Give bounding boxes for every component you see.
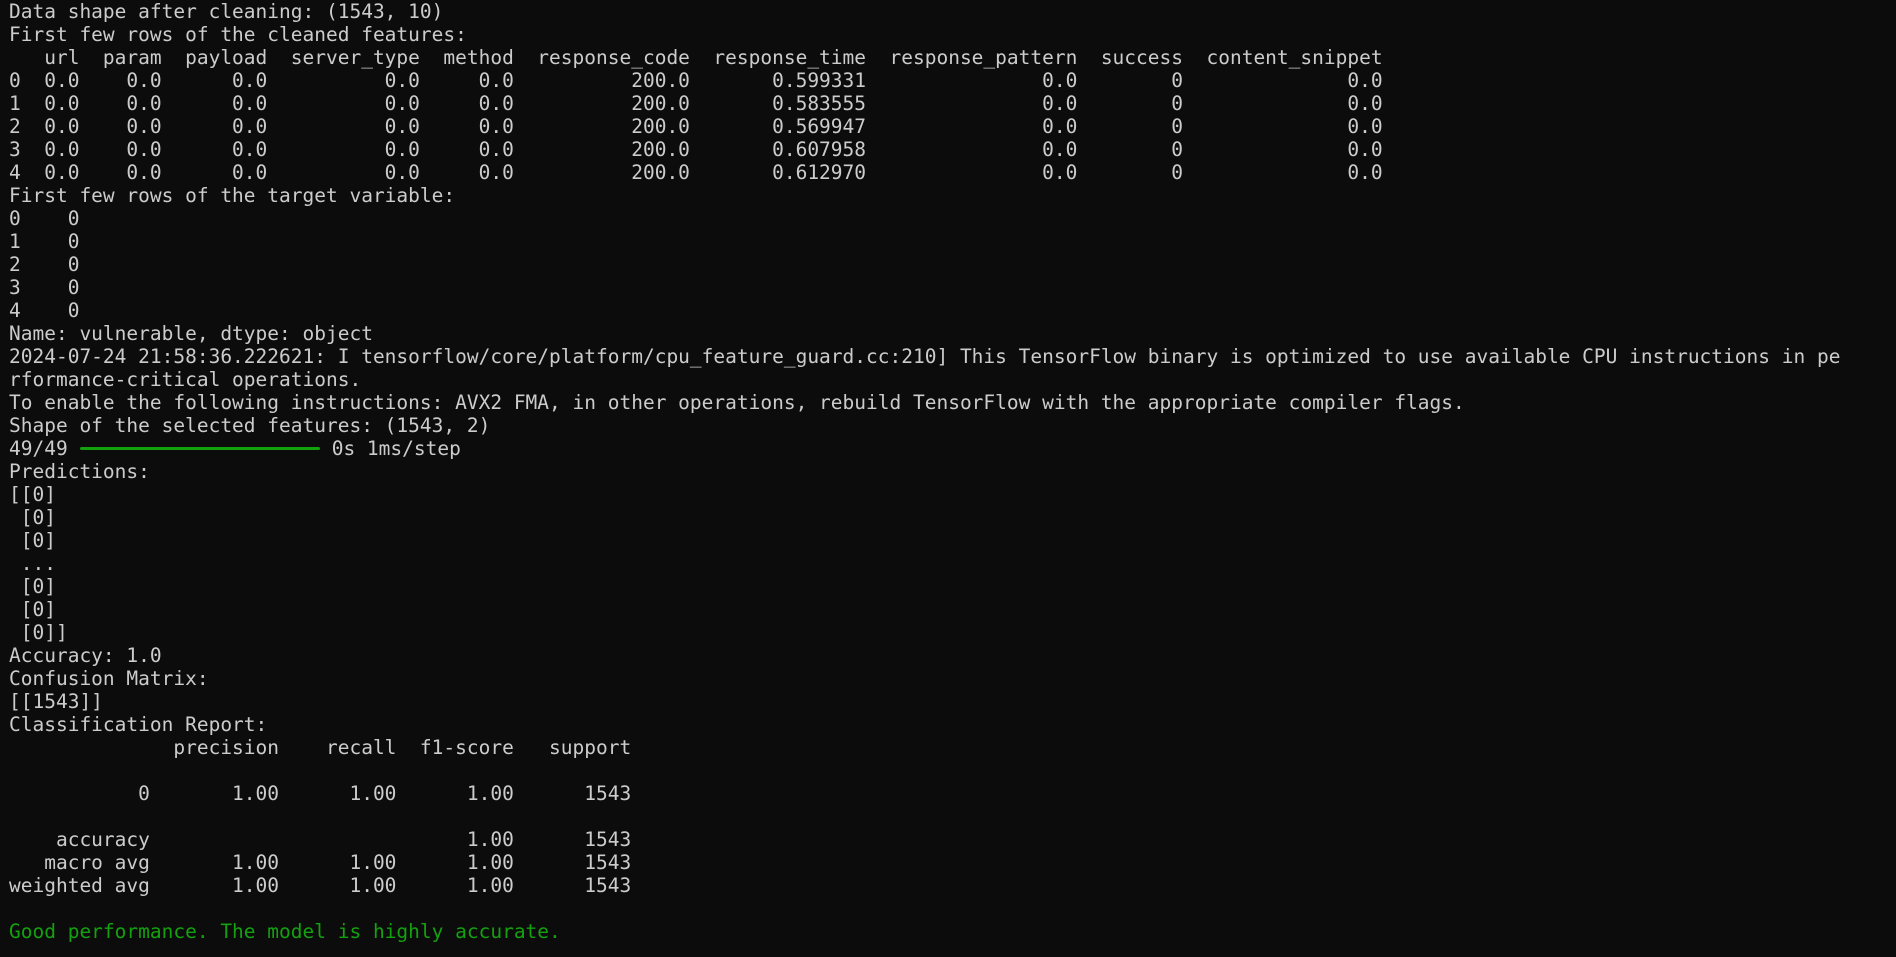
terminal-line: Classification Report: <box>9 713 268 736</box>
terminal-output-after-progress: Predictions: [[0] [0] [0] ... [0] [0] [0]… <box>9 460 1896 920</box>
terminal-line: 0 0.0 0.0 0.0 0.0 0.0 200.0 0.599331 0.0… <box>9 69 1383 92</box>
terminal-line: 3 0 <box>9 276 80 299</box>
terminal-line: 1 0 <box>9 230 80 253</box>
progress-count: 49/49 <box>9 437 68 460</box>
terminal-line: Data shape after cleaning: (1543, 10) <box>9 0 444 23</box>
terminal-window[interactable]: Data shape after cleaning: (1543, 10) Fir… <box>0 0 1896 957</box>
terminal-line: 3 0.0 0.0 0.0 0.0 0.0 200.0 0.607958 0.0… <box>9 138 1383 161</box>
terminal-line: [[0] <box>9 483 56 506</box>
terminal-line: To enable the following instructions: AV… <box>9 391 1465 414</box>
terminal-line: 1 0.0 0.0 0.0 0.0 0.0 200.0 0.583555 0.0… <box>9 92 1383 115</box>
terminal-line: Accuracy: 1.0 <box>9 644 162 667</box>
terminal-line: First few rows of the target variable: <box>9 184 456 207</box>
terminal-line: macro avg 1.00 1.00 1.00 1543 <box>9 851 632 874</box>
terminal-line: 2024-07-24 21:58:36.222621: I tensorflow… <box>9 345 1841 368</box>
terminal-line: precision recall f1-score support <box>9 736 632 759</box>
terminal-line: Predictions: <box>9 460 150 483</box>
terminal-line: rformance-critical operations. <box>9 368 362 391</box>
terminal-line: Name: vulnerable, dtype: object <box>9 322 373 345</box>
terminal-line: 4 0.0 0.0 0.0 0.0 0.0 200.0 0.612970 0.0… <box>9 161 1383 184</box>
terminal-line: 4 0 <box>9 299 80 322</box>
terminal-line: ... <box>9 552 56 575</box>
terminal-line: [[1543]] <box>9 690 103 713</box>
terminal-line: Shape of the selected features: (1543, 2… <box>9 414 491 437</box>
terminal-line: accuracy 1.00 1543 <box>9 828 632 851</box>
terminal-line: url param payload server_type method res… <box>9 46 1383 69</box>
final-message: Good performance. The model is highly ac… <box>9 920 561 943</box>
terminal-line: weighted avg 1.00 1.00 1.00 1543 <box>9 874 632 897</box>
terminal-line: 0 0 <box>9 207 80 230</box>
terminal-line: 2 0.0 0.0 0.0 0.0 0.0 200.0 0.569947 0.0… <box>9 115 1383 138</box>
terminal-line: [0] <box>9 598 56 621</box>
progress-timing: 0s 1ms/step <box>331 437 461 460</box>
terminal-line: Confusion Matrix: <box>9 667 209 690</box>
progress-bar <box>79 447 320 450</box>
terminal-line: [0] <box>9 529 56 552</box>
terminal-line: [0]] <box>9 621 68 644</box>
terminal-line: 2 0 <box>9 253 80 276</box>
progress-line: 49/49 0s 1ms/step <box>9 437 1896 460</box>
terminal-line: [0] <box>9 506 56 529</box>
terminal-line: [0] <box>9 575 56 598</box>
terminal-line: 0 1.00 1.00 1.00 1543 <box>9 782 632 805</box>
terminal-line: First few rows of the cleaned features: <box>9 23 467 46</box>
terminal-output-before-progress: Data shape after cleaning: (1543, 10) Fir… <box>9 0 1896 437</box>
